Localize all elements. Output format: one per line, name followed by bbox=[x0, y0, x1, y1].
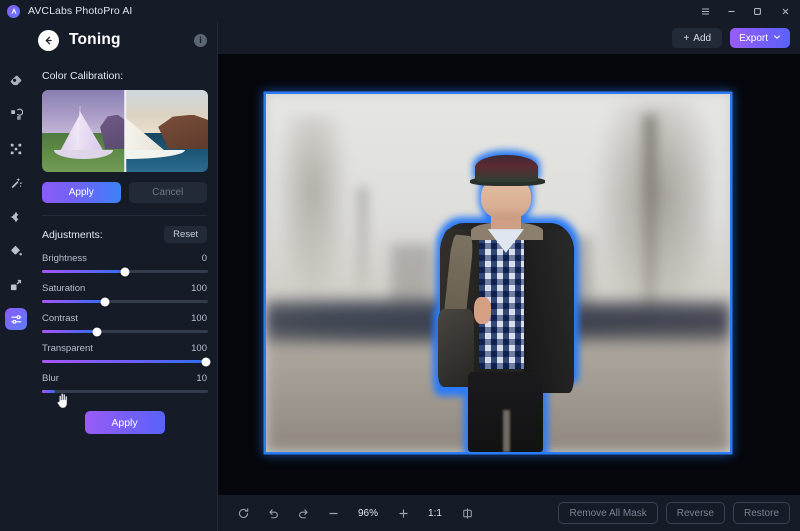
rotate-reset-icon[interactable] bbox=[228, 501, 258, 525]
body-row: Toning i Color Calibration: Apply Cancel… bbox=[0, 22, 800, 531]
tool-rail bbox=[0, 22, 32, 531]
slider-value: 0 bbox=[201, 253, 207, 264]
slider-value: 100 bbox=[191, 313, 207, 324]
street-portrait-young-man[interactable] bbox=[266, 94, 730, 452]
page-title: Toning bbox=[69, 31, 121, 48]
photo-canvas[interactable] bbox=[218, 54, 800, 495]
slider-value: 100 bbox=[191, 283, 207, 294]
panel-header: Toning i bbox=[32, 22, 217, 58]
app-window: AVCLabs PhotoPro AI Toning i Color Calib… bbox=[0, 0, 800, 531]
export-button-label: Export bbox=[739, 32, 768, 44]
bottom-toolbar: 96% 1:1 Remove All Mask Reverse Restore bbox=[218, 495, 800, 531]
preview-split-divider[interactable] bbox=[124, 90, 126, 172]
export-button[interactable]: Export bbox=[730, 28, 790, 48]
main-area: + Add Export 96% 1:1 Remove All Mask Rev… bbox=[218, 22, 800, 531]
window-controls bbox=[692, 0, 800, 22]
undo-icon[interactable] bbox=[258, 501, 288, 525]
slider-blur: Blur 10 bbox=[42, 373, 208, 409]
split-compare-icon[interactable] bbox=[452, 501, 482, 525]
slider-track[interactable] bbox=[42, 297, 208, 306]
slider-knob[interactable] bbox=[120, 267, 130, 276]
chevron-down-icon bbox=[773, 33, 781, 44]
slider-label: Contrast bbox=[42, 313, 78, 324]
slider-value: 100 bbox=[191, 343, 207, 354]
slider-transparent: Transparent 100 bbox=[42, 343, 211, 366]
remove-all-mask-button[interactable]: Remove All Mask bbox=[558, 502, 658, 524]
slider-value: 10 bbox=[196, 373, 207, 384]
sailboat-before-after-preview[interactable] bbox=[42, 90, 208, 172]
panel-divider bbox=[42, 215, 207, 216]
add-button-label: Add bbox=[693, 32, 712, 44]
slider-fill bbox=[42, 330, 97, 333]
apply-button[interactable]: Apply bbox=[84, 411, 165, 434]
mask-actions: Remove All Mask Reverse Restore bbox=[558, 502, 790, 524]
adjustments-header: Adjustments: Reset bbox=[42, 226, 207, 243]
enhance-sparkle-icon[interactable] bbox=[5, 206, 27, 228]
reverse-button[interactable]: Reverse bbox=[665, 502, 725, 524]
slider-contrast: Contrast 100 bbox=[42, 313, 208, 336]
zoom-out-button[interactable] bbox=[318, 501, 348, 525]
slider-label: Saturation bbox=[42, 283, 86, 294]
back-arrow-icon[interactable] bbox=[38, 29, 59, 51]
object-remove-icon[interactable] bbox=[5, 104, 27, 126]
preview-before-half bbox=[42, 90, 125, 172]
redo-icon[interactable] bbox=[288, 501, 318, 525]
slider-track[interactable] bbox=[42, 327, 208, 336]
app-title: AVCLabs PhotoPro AI bbox=[28, 5, 133, 17]
calibration-actions: Apply Cancel bbox=[42, 182, 207, 203]
minimize-icon[interactable] bbox=[718, 0, 744, 22]
slider-track[interactable] bbox=[42, 267, 208, 276]
slider-fill bbox=[42, 270, 125, 273]
hamburger-menu-icon[interactable] bbox=[692, 0, 718, 22]
adjustments-label: Adjustments: bbox=[42, 228, 103, 241]
main-toolbar: + Add Export bbox=[218, 22, 800, 54]
slider-brightness: Brightness 0 bbox=[42, 253, 208, 276]
slider-track[interactable] bbox=[42, 390, 208, 409]
slider-label: Blur bbox=[42, 373, 59, 384]
slider-track[interactable] bbox=[42, 357, 211, 366]
avclabs-logo-icon bbox=[7, 4, 20, 18]
slider-fill bbox=[42, 360, 207, 363]
title-bar: AVCLabs PhotoPro AI bbox=[0, 0, 800, 22]
slider-knob[interactable] bbox=[92, 327, 102, 336]
add-button[interactable]: + Add bbox=[672, 28, 723, 48]
slider-label: Brightness bbox=[42, 253, 87, 264]
expand-corners-icon[interactable] bbox=[5, 138, 27, 160]
photo-image bbox=[266, 94, 730, 452]
restore-button[interactable]: Restore bbox=[732, 502, 790, 524]
color-calibration-label: Color Calibration: bbox=[42, 70, 124, 82]
view-tools: 96% 1:1 bbox=[228, 501, 482, 525]
slider-saturation: Saturation 100 bbox=[42, 283, 208, 306]
zoom-in-button[interactable] bbox=[388, 501, 418, 525]
preview-after-half bbox=[125, 90, 208, 172]
masked-subject[interactable] bbox=[432, 149, 579, 452]
fit-ratio-button[interactable]: 1:1 bbox=[418, 508, 452, 519]
paint-bucket-icon[interactable] bbox=[5, 240, 27, 262]
reset-button[interactable]: Reset bbox=[164, 226, 207, 243]
panel-content: Color Calibration: Apply Cancel Adjustme… bbox=[32, 58, 217, 531]
eraser-icon[interactable] bbox=[5, 70, 27, 92]
slider-knob[interactable] bbox=[100, 297, 110, 306]
maximize-icon[interactable] bbox=[744, 0, 770, 22]
resize-arrow-icon[interactable] bbox=[5, 274, 27, 296]
slider-label: Transparent bbox=[42, 343, 93, 354]
toning-sliders-icon[interactable] bbox=[5, 308, 27, 330]
subject-figure bbox=[437, 154, 577, 452]
calibration-apply-button[interactable]: Apply bbox=[42, 182, 121, 203]
zoom-level: 96% bbox=[357, 507, 378, 519]
calibration-cancel-button[interactable]: Cancel bbox=[128, 182, 207, 203]
slider-knob[interactable] bbox=[201, 357, 211, 366]
magic-wand-icon[interactable] bbox=[5, 172, 27, 194]
close-icon[interactable] bbox=[770, 0, 800, 22]
plus-icon: + bbox=[683, 32, 690, 44]
slider-fill bbox=[42, 300, 106, 303]
toning-panel: Toning i Color Calibration: Apply Cancel… bbox=[32, 22, 218, 531]
info-icon[interactable]: i bbox=[194, 33, 207, 47]
